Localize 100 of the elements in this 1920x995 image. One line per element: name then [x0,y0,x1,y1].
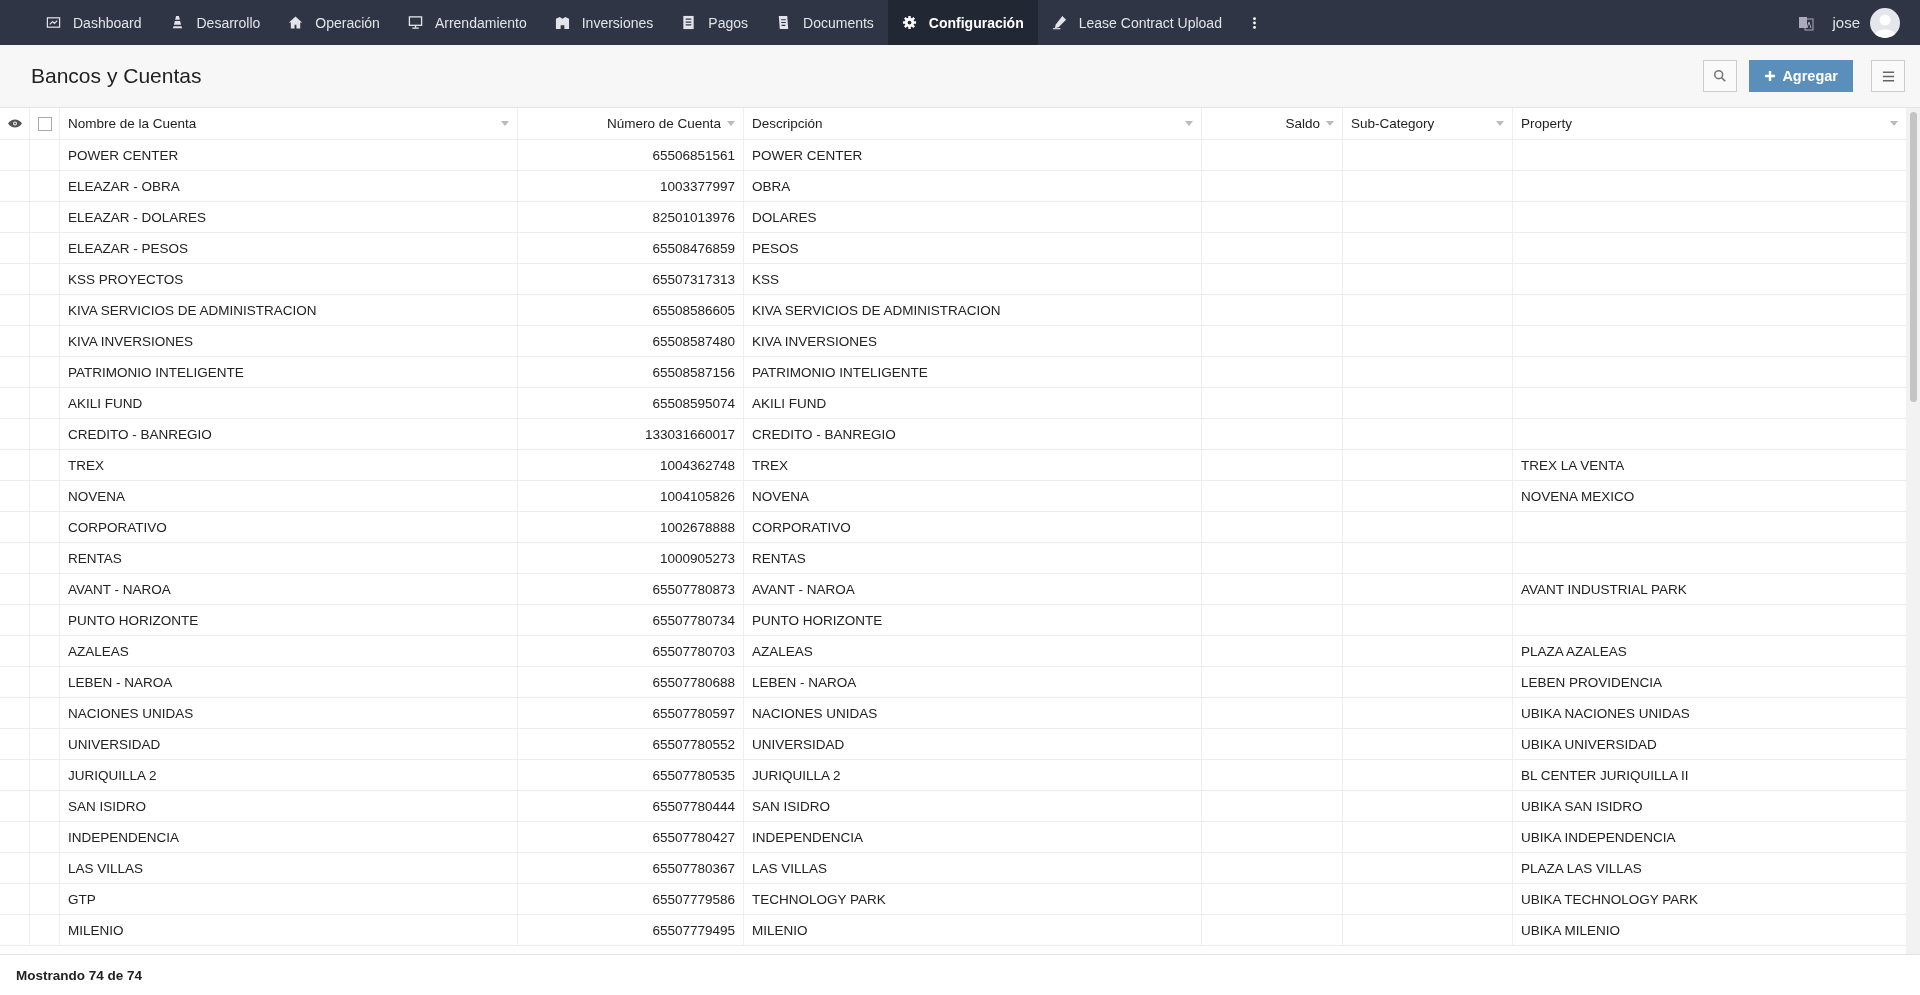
table-cell: 65507780597 [652,705,735,721]
table-cell: UBIKA NACIONES UNIDAS [1521,705,1690,721]
table-cell: LAS VILLAS [752,860,828,876]
table-cell: 65507779586 [652,891,735,907]
table-cell: SAN ISIDRO [68,798,146,814]
table-cell: 133031660017 [644,426,735,442]
table-cell: UBIKA INDEPENDENCIA [1521,829,1676,845]
translate-icon[interactable] [1798,14,1815,31]
table-cell: LEBEN - NAROA [68,674,173,690]
table-cell: CORPORATIVO [68,519,167,535]
nav-tab[interactable]: Dashboard [32,0,156,45]
table-cell: UBIKA SAN ISIDRO [1521,798,1643,814]
select-all-checkbox[interactable] [37,116,52,131]
table-cell: 65507780734 [652,612,735,628]
table-cell: KSS PROYECTOS [68,271,184,287]
table-cell: NACIONES UNIDAS [68,705,194,721]
table-cell: 1000905273 [659,550,735,566]
table-cell: 65508587156 [652,364,735,380]
nav-tab[interactable]: Lease Contract Upload [1037,0,1236,45]
table-cell: POWER CENTER [752,147,863,163]
nav-tab[interactable]: Inversiones [540,0,668,45]
table-cell: PATRIMONIO INTELIGENTE [68,364,244,380]
caret-icon[interactable] [1185,121,1193,126]
table-cell: AKILI FUND [752,395,827,411]
table-cell: AVANT - NAROA [68,581,171,597]
table-cell: KIVA SERVICIOS DE ADMINISTRACION [68,302,317,318]
more-options-icon[interactable] [1251,15,1257,30]
table-cell: 65507780873 [652,581,735,597]
caret-icon[interactable] [727,121,735,126]
table-cell: 1004362748 [659,457,735,473]
caret-icon[interactable] [501,121,509,126]
table-cell: POWER CENTER [68,147,179,163]
column-header[interactable]: Descripción [752,116,823,131]
column-header[interactable]: Property [1521,116,1573,131]
table-cell: NOVENA MEXICO [1521,488,1635,504]
table-cell: 82501013976 [652,209,735,225]
table-cell: AKILI FUND [68,395,143,411]
nav-tab[interactable]: Pagos [667,0,763,45]
table-cell: JURIQUILLA 2 [752,767,841,783]
table-cell: CORPORATIVO [752,519,851,535]
table-cell: LEBEN PROVIDENCIA [1521,674,1663,690]
table-cell: ELEAZAR - OBRA [68,178,180,194]
nav-tab[interactable]: Arrendamiento [393,0,541,45]
table-cell: ELEAZAR - PESOS [68,240,189,256]
table-cell: PUNTO HORIZONTE [68,612,199,628]
table-cell: AZALEAS [752,643,813,659]
column-header[interactable]: Número de Cuenta [606,116,721,131]
scrollbar[interactable] [1906,108,1920,954]
house-icon [288,15,304,30]
table-cell: DOLARES [752,209,817,225]
plus-icon [1764,70,1777,82]
table-cell: NOVENA [68,488,125,504]
caret-icon[interactable] [1890,121,1898,126]
table-cell: JURIQUILLA 2 [68,767,157,783]
building-icon [554,15,570,30]
eye-icon[interactable] [7,119,22,128]
table-cell: 65506851561 [652,147,735,163]
table-cell: UNIVERSIDAD [752,736,845,752]
table-cell: AVANT - NAROA [752,581,855,597]
user-name[interactable]: jose [1832,14,1860,31]
column-header[interactable]: Saldo [1285,116,1320,131]
table-cell: RENTAS [752,550,806,566]
table-cell: 1003377997 [659,178,735,194]
table-cell: KIVA SERVICIOS DE ADMINISTRACION [752,302,1001,318]
search-button[interactable] [1703,60,1738,92]
table-cell: CREDITO - BANREGIO [68,426,212,442]
nav-tab[interactable]: Desarrollo [155,0,275,45]
table-cell: KIVA INVERSIONES [68,333,194,349]
caret-icon[interactable] [1496,121,1504,126]
nav-tab[interactable]: Operación [274,0,394,45]
table-cell: 65508595074 [652,395,735,411]
table-cell: PESOS [752,240,799,256]
table-cell: PUNTO HORIZONTE [752,612,883,628]
table-cell: AVANT INDUSTRIAL PARK [1521,581,1687,597]
table-cell: CREDITO - BANREGIO [752,426,896,442]
table-cell: AZALEAS [68,643,129,659]
table-cell: 65507780703 [652,643,735,659]
table-cell: UBIKA TECHNOLOGY PARK [1521,891,1699,907]
table-cell: TECHNOLOGY PARK [752,891,886,907]
table-cell: KSS [752,271,779,287]
caret-icon[interactable] [1326,121,1334,126]
table-cell: 65507780427 [652,829,735,845]
table-cell: NOVENA [752,488,809,504]
table-cell: OBRA [752,178,791,194]
chart-icon [46,15,61,30]
nav-tab[interactable]: Documents [762,0,888,45]
nav-tab[interactable]: Configuración [887,0,1038,45]
table-cell: PATRIMONIO INTELIGENTE [752,364,928,380]
gear-icon [901,15,917,30]
column-header[interactable]: Nombre de la Cuenta [68,116,197,131]
table-cell: KIVA INVERSIONES [752,333,878,349]
table-cell: 1004105826 [659,488,735,504]
table-cell: LAS VILLAS [68,860,144,876]
column-header[interactable]: Sub-Category [1351,116,1435,131]
record-count: Mostrando 74 de 74 [16,967,143,983]
menu-button[interactable] [1871,60,1905,92]
table-cell: LEBEN - NAROA [752,674,857,690]
table-cell: NACIONES UNIDAS [752,705,878,721]
page-title: Bancos y Cuentas [31,64,203,88]
avatar-icon[interactable] [1870,7,1900,38]
